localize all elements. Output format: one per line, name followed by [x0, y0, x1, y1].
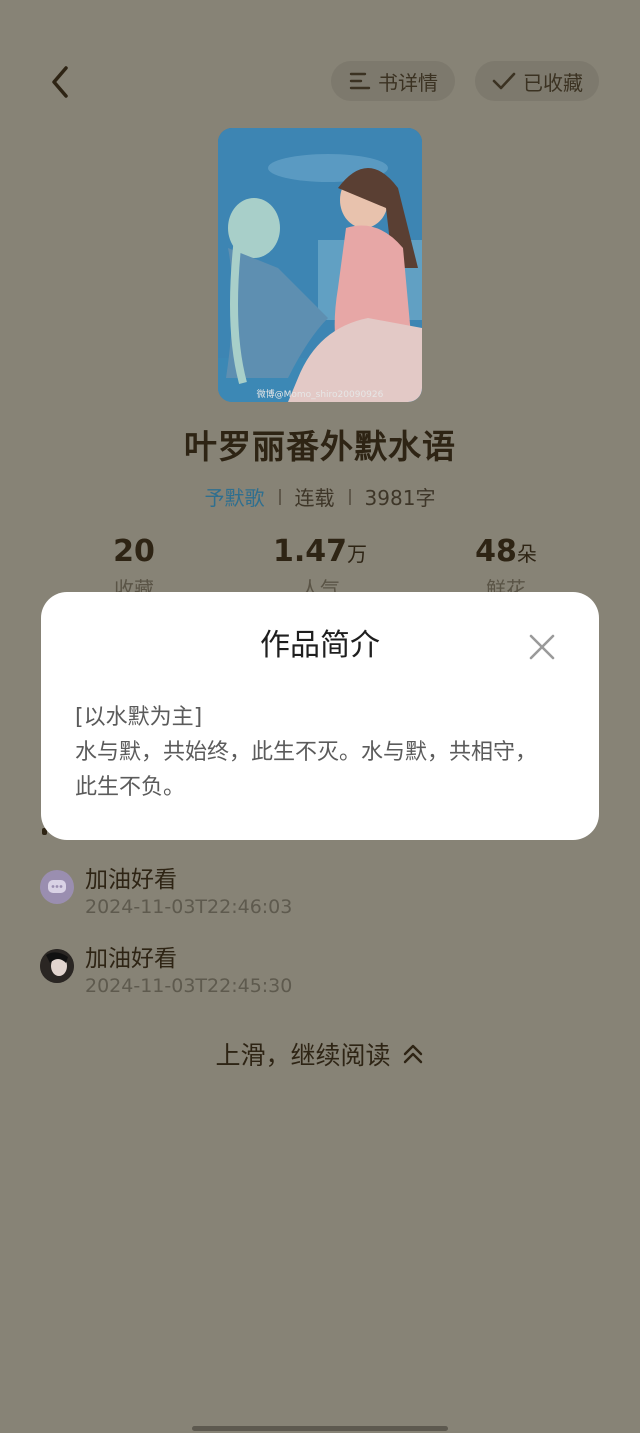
favorited-button[interactable]: 已收藏: [475, 61, 599, 101]
stat-unit: 万: [347, 542, 368, 566]
menu-lines-icon: [349, 72, 371, 90]
synopsis-modal: 作品简介 [以水默为主] 水与默，共始终，此生不灭。水与默，共相守，此生不负。: [41, 592, 599, 840]
user-photo-icon: [40, 949, 74, 983]
avatar[interactable]: [40, 870, 74, 904]
comment-text: 加油好看: [85, 867, 177, 893]
comment-time: 2024-11-03T22:45:30: [85, 975, 293, 997]
comment-time: 2024-11-03T22:46:03: [85, 896, 293, 918]
author-link[interactable]: 予默歌: [205, 482, 265, 511]
favorited-label: 已收藏: [523, 70, 583, 95]
stat-value: 20: [113, 534, 155, 569]
meta-divider: [348, 488, 351, 505]
continue-reading-prompt[interactable]: 上滑，继续阅读: [0, 1036, 640, 1072]
book-title: 叶罗丽番外默水语: [184, 427, 456, 466]
cover-watermark: 微博@Momo_shiro20090926: [256, 390, 384, 400]
serial-status: 连载: [294, 486, 335, 510]
back-button[interactable]: [36, 58, 84, 106]
modal-title: 作品简介: [260, 628, 380, 663]
book-meta-row: 予默歌 连载 3981字: [0, 482, 640, 511]
comment-item: 加油好看 2024-11-03T22:45:30: [40, 939, 600, 1009]
stat-value: 1.47: [272, 534, 348, 569]
stat-value: 48: [475, 534, 517, 569]
home-indicator[interactable]: [192, 1426, 448, 1431]
synopsis-line: [以水默为主]: [75, 705, 203, 730]
book-details-button[interactable]: 书详情: [331, 61, 455, 101]
comment-item: 加油好看 2024-11-03T22:46:03: [40, 860, 600, 930]
close-icon: [529, 634, 555, 660]
synopsis-text: [以水默为主] 水与默，共始终，此生不灭。水与默，共相守，此生不负。: [75, 700, 555, 805]
close-button[interactable]: [527, 632, 557, 662]
continue-reading-label: 上滑，继续阅读: [215, 1041, 391, 1070]
chevron-left-icon: [52, 66, 68, 98]
double-chevron-up-icon: [403, 1044, 422, 1064]
chat-bubble-icon: [48, 880, 66, 893]
avatar[interactable]: [40, 949, 74, 983]
word-count: 3981字: [364, 486, 436, 510]
synopsis-line: 水与默，共始终，此生不灭。水与默，共相守，此生不负。: [75, 740, 538, 800]
book-cover-image: 微博@Momo_shiro20090926: [218, 128, 422, 402]
checkmark-icon: [492, 72, 516, 90]
stat-unit: 朵: [516, 542, 537, 566]
book-details-label: 书详情: [378, 70, 438, 95]
meta-divider: [278, 488, 281, 505]
comment-text: 加油好看: [85, 946, 177, 972]
